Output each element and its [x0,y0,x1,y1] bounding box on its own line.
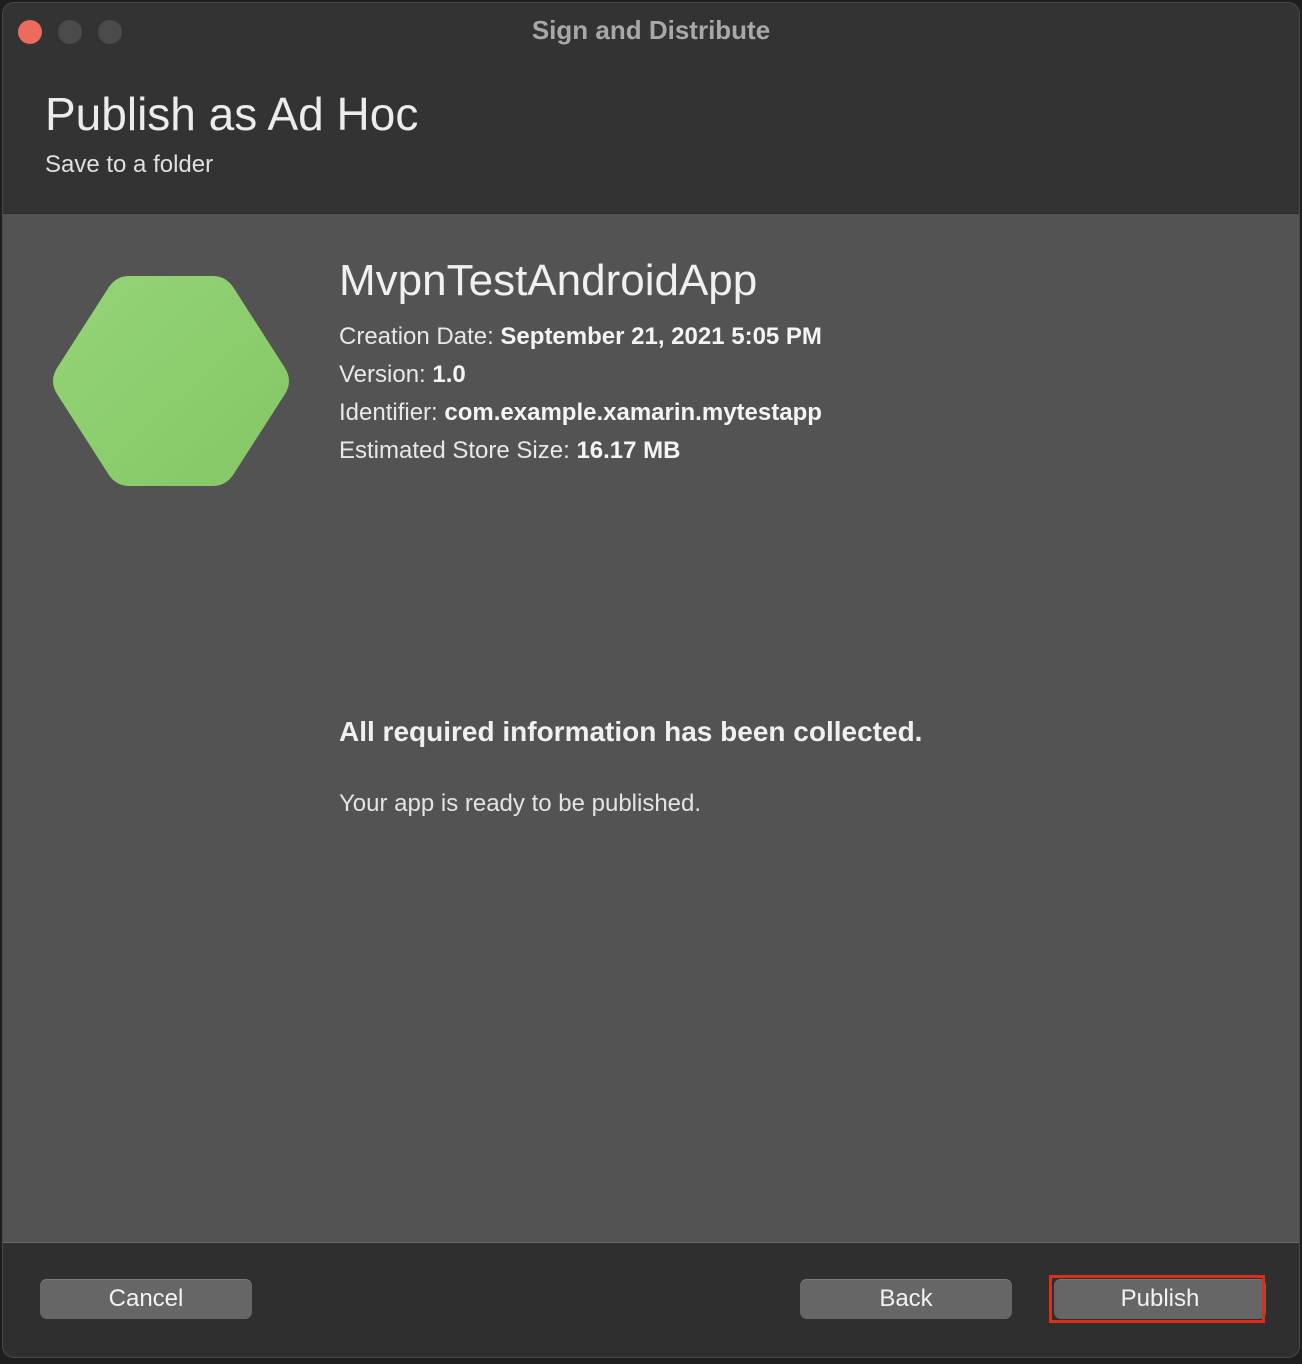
store-size-row: Estimated Store Size: 16.17 MB [339,432,822,470]
back-button[interactable]: Back [800,1279,1012,1319]
footer-bar: Cancel Back Publish [3,1243,1299,1357]
app-name: MvpnTestAndroidApp [339,256,758,305]
creation-date-row: Creation Date: September 21, 2021 5:05 P… [339,318,822,356]
version-label: Version: [339,361,426,388]
app-details: MvpnTestAndroidApp Creation Date: Septem… [339,256,822,470]
page-header: Publish as Ad Hoc Save to a folder [3,59,1299,213]
status-message: Your app is ready to be published. [339,790,702,817]
title-bar: Sign and Distribute [3,3,1299,59]
hexagon-app-icon [53,276,289,486]
page-subtitle: Save to a folder [45,151,214,178]
creation-date-label: Creation Date: [339,323,494,350]
cancel-button[interactable]: Cancel [40,1279,252,1319]
version-row: Version: 1.0 [339,356,822,394]
creation-date-value: September 21, 2021 5:05 PM [500,323,822,350]
sign-distribute-window: Sign and Distribute Publish as Ad Hoc Sa… [2,2,1300,1358]
version-value: 1.0 [432,361,466,388]
identifier-row: Identifier: com.example.xamarin.mytestap… [339,394,822,432]
page-title: Publish as Ad Hoc [45,88,419,140]
status-title: All required information has been collec… [339,716,923,747]
identifier-label: Identifier: [339,399,438,426]
main-content: MvpnTestAndroidApp Creation Date: Septem… [3,213,1299,1243]
window-title: Sign and Distribute [531,15,771,45]
store-size-label: Estimated Store Size: [339,437,570,464]
identifier-value: com.example.xamarin.mytestapp [444,399,822,426]
store-size-value: 16.17 MB [576,437,681,464]
publish-button[interactable]: Publish [1054,1279,1266,1319]
